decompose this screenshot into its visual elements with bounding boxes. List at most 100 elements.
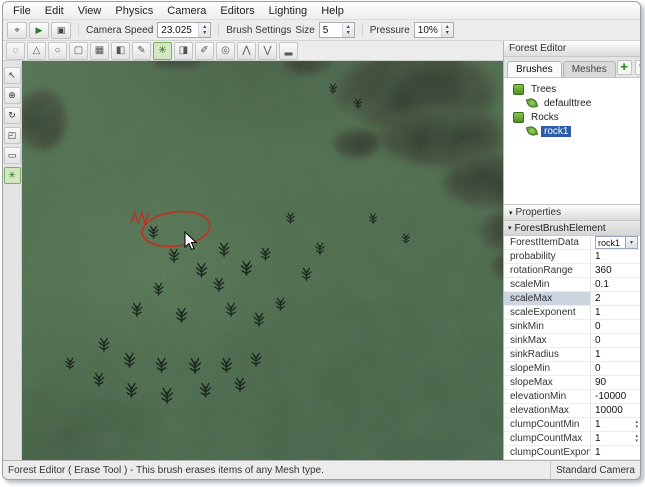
circle-select-tool[interactable]: ◎ (216, 42, 235, 60)
box-tool[interactable]: ▢ (69, 42, 88, 60)
property-value-text[interactable]: 1 (595, 251, 601, 262)
menu-lighting[interactable]: Lighting (262, 4, 315, 18)
forest-editor-panel: Forest Editor Brushes Meshes ✚✎ Treesdef… (503, 41, 640, 460)
toolbar-separator (218, 23, 219, 37)
vegetation-sprite (238, 259, 255, 276)
forest-item-data-dropdown[interactable]: rock1▾ (595, 236, 638, 249)
lower-terrain-tool[interactable]: ⋁ (258, 42, 277, 60)
vegetation-sprite (146, 224, 161, 239)
tab-meshes[interactable]: Meshes (563, 61, 616, 77)
property-value-text[interactable]: 1 (595, 419, 601, 430)
lasso-select-tool[interactable]: ◌ (6, 42, 25, 60)
spinner-arrows-icon[interactable]: ▴▾ (441, 23, 453, 37)
property-value-text[interactable]: 0 (595, 321, 601, 332)
vegetation-sprite (186, 356, 204, 374)
property-row-elevationMin[interactable]: elevationMin-10000 (504, 390, 640, 404)
property-label: sinkRadius (504, 348, 591, 361)
menu-help[interactable]: Help (314, 4, 351, 18)
stepper-icon[interactable]: ▴▾ (635, 434, 638, 444)
size-spinner[interactable]: 5 ▴▾ (319, 22, 355, 38)
property-row-clumpCountExponent[interactable]: clumpCountExponent1 (504, 446, 640, 460)
translate-tool[interactable]: ⊕ (4, 87, 21, 104)
tree-node-Rocks[interactable]: Rocks (504, 110, 640, 124)
cone-tool[interactable]: △ (27, 42, 46, 60)
property-label: probability (504, 250, 591, 263)
menu-file[interactable]: File (6, 4, 38, 18)
menu-physics[interactable]: Physics (108, 4, 160, 18)
property-row-clumpCountMax[interactable]: clumpCountMax1▴▾ (504, 432, 640, 446)
property-row-scaleExponent[interactable]: scaleExponent1 (504, 306, 640, 320)
property-value-text[interactable]: 1 (595, 307, 601, 318)
property-value-text[interactable]: 90 (595, 377, 606, 388)
play-icon[interactable]: ▶ (29, 22, 49, 39)
tree-node-defaulttree[interactable]: defaulttree (504, 96, 640, 110)
property-value-text[interactable]: 1 (595, 433, 601, 444)
rock-formation (322, 121, 392, 166)
property-row-probability[interactable]: probability 1 (504, 250, 640, 264)
menu-view[interactable]: View (71, 4, 109, 18)
select-arrow-tool[interactable]: ↖ (4, 67, 21, 84)
property-label: elevationMax (504, 404, 591, 417)
camera-speed-label: Camera Speed (86, 25, 153, 36)
erase-selected-tool[interactable]: ◨ (174, 42, 193, 60)
property-value-text[interactable]: -10000 (595, 391, 626, 402)
pressure-value: 10% (415, 23, 441, 37)
terrain-grid-tool[interactable]: ▦ (90, 42, 109, 60)
spinner-arrows-icon[interactable]: ▴▾ (198, 23, 210, 37)
tree-node-label: rock1 (541, 126, 571, 137)
flatten-tool[interactable]: ▂ (279, 42, 298, 60)
property-value-text[interactable]: 2 (595, 293, 601, 304)
ruler-tool[interactable]: ▭ (4, 147, 21, 164)
property-row-sinkMin[interactable]: sinkMin0 (504, 320, 640, 334)
rotate-tool[interactable]: ↻ (4, 107, 21, 124)
dropdown-arrow-icon[interactable]: ▾ (625, 237, 637, 248)
new-brush-icon[interactable]: ✚ (617, 60, 632, 75)
spinner-arrows-icon[interactable]: ▴▾ (342, 23, 354, 37)
camera-mode[interactable]: Standard Camera (551, 461, 640, 479)
menu-editors[interactable]: Editors (213, 4, 261, 18)
property-value: 2 (591, 292, 640, 305)
property-value-text[interactable]: 0 (595, 335, 601, 346)
stepper-icon[interactable]: ▴▾ (635, 420, 638, 430)
vegetation-sprite (151, 281, 166, 296)
property-value-text[interactable]: 1 (595, 349, 601, 360)
property-row-sinkRadius[interactable]: sinkRadius 1 (504, 348, 640, 362)
property-row-scaleMin[interactable]: scaleMin0.1 (504, 278, 640, 292)
property-row-scaleMax[interactable]: scaleMax2 (504, 292, 640, 306)
sphere-tool[interactable]: ○ (48, 42, 67, 60)
forest-erase-tool[interactable]: ✳ (153, 42, 172, 60)
menu-edit[interactable]: Edit (38, 4, 71, 18)
world-editor-icon[interactable]: ⌖ (7, 22, 27, 39)
property-value-text[interactable]: 360 (595, 265, 612, 276)
property-row-ForestItemData[interactable]: ForestItemDatarock1▾ (504, 236, 640, 250)
property-row-clumpCountMin[interactable]: clumpCountMin1▴▾ (504, 418, 640, 432)
tab-brushes[interactable]: Brushes (507, 61, 562, 77)
toolbar-separator (78, 23, 79, 37)
viewport[interactable] (22, 61, 503, 460)
menu-camera[interactable]: Camera (160, 4, 213, 18)
tree-node-Trees[interactable]: Trees (504, 82, 640, 96)
property-value-text[interactable]: 0.1 (595, 279, 609, 290)
properties-title[interactable]: ▾ Properties (504, 205, 640, 221)
property-row-slopeMin[interactable]: slopeMin0 (504, 362, 640, 376)
select-items-tool[interactable]: ✐ (195, 42, 214, 60)
tree-node-rock1[interactable]: rock1 (504, 124, 640, 138)
scale-tool[interactable]: ◰ (4, 127, 21, 144)
pressure-spinner[interactable]: 10% ▴▾ (414, 22, 454, 38)
forest-brush-tool[interactable]: ✳ (4, 167, 21, 184)
property-value-text[interactable]: 1 (595, 447, 601, 458)
property-row-slopeMax[interactable]: slopeMax90 (504, 376, 640, 390)
property-row-sinkMax[interactable]: sinkMax0 (504, 334, 640, 348)
property-row-elevationMax[interactable]: elevationMax 10000 (504, 404, 640, 418)
camera-speed-spinner[interactable]: 23.025 ▴▾ (157, 22, 211, 38)
new-element-icon[interactable]: ✎ (635, 60, 641, 75)
paint-fill-tool[interactable]: ◧ (111, 42, 130, 60)
property-row-rotationRange[interactable]: rotationRange360 (504, 264, 640, 278)
vegetation-sprite (211, 276, 227, 292)
property-value-text[interactable]: 0 (595, 363, 601, 374)
raise-terrain-tool[interactable]: ⋀ (237, 42, 256, 60)
property-value-text[interactable]: 10000 (595, 405, 623, 416)
section-forestbrushelement[interactable]: ▾ ForestBrushElement (504, 221, 640, 236)
camera-view-icon[interactable]: ▣ (51, 22, 71, 39)
brush-paint-tool[interactable]: ✎ (132, 42, 151, 60)
